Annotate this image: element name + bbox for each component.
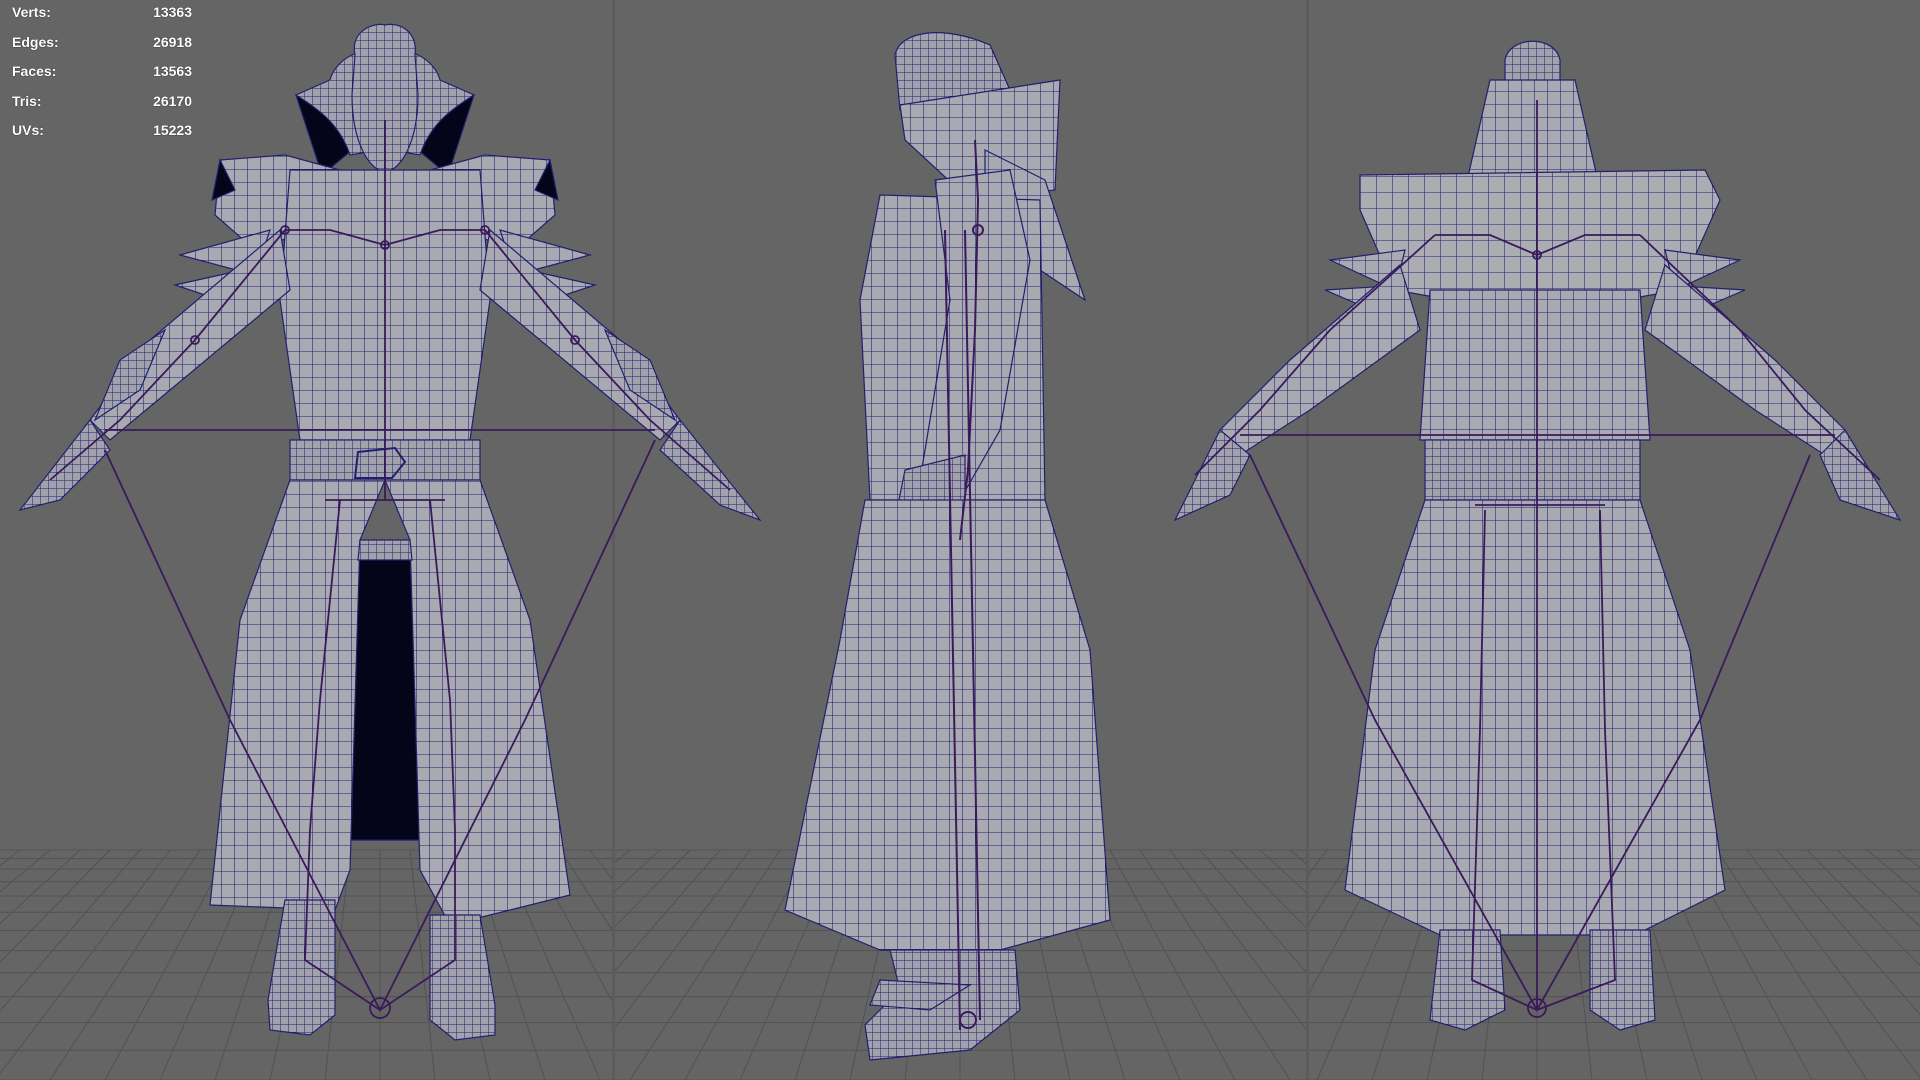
edges-value: 26918 — [153, 33, 192, 50]
faces-label: Faces: — [12, 63, 57, 79]
hud-row-faces: Faces: 13563 — [12, 61, 192, 91]
maya-viewport[interactable]: Verts: 13363 Edges: 26918 Faces: 13563 T… — [0, 0, 1920, 1080]
back-skeleton — [1194, 100, 1881, 1018]
uvs-label: UVs: — [12, 122, 44, 138]
hud-row-edges: Edges: 26918 — [12, 32, 192, 62]
verts-value: 13363 — [153, 4, 192, 20]
uvs-value: 15223 — [153, 122, 192, 138]
poly-count-hud: Verts: 13363 Edges: 26918 Faces: 13563 T… — [12, 2, 192, 150]
verts-label: Verts: — [12, 4, 51, 20]
hud-row-uvs: UVs: 15223 — [12, 120, 192, 150]
faces-value: 13563 — [153, 63, 192, 79]
side-view[interactable] — [784, 32, 1111, 1061]
panel-divider-left — [612, 0, 615, 1080]
scene-canvas[interactable] — [0, 0, 1920, 1080]
tris-value: 26170 — [153, 92, 192, 109]
hud-row-tris: Tris: 26170 — [12, 91, 192, 121]
front-view[interactable] — [18, 23, 762, 1041]
tris-label: Tris: — [12, 92, 42, 109]
panel-divider-right — [1306, 0, 1309, 1080]
edges-label: Edges: — [12, 33, 59, 50]
hud-row-verts: Verts: 13363 — [12, 2, 192, 32]
